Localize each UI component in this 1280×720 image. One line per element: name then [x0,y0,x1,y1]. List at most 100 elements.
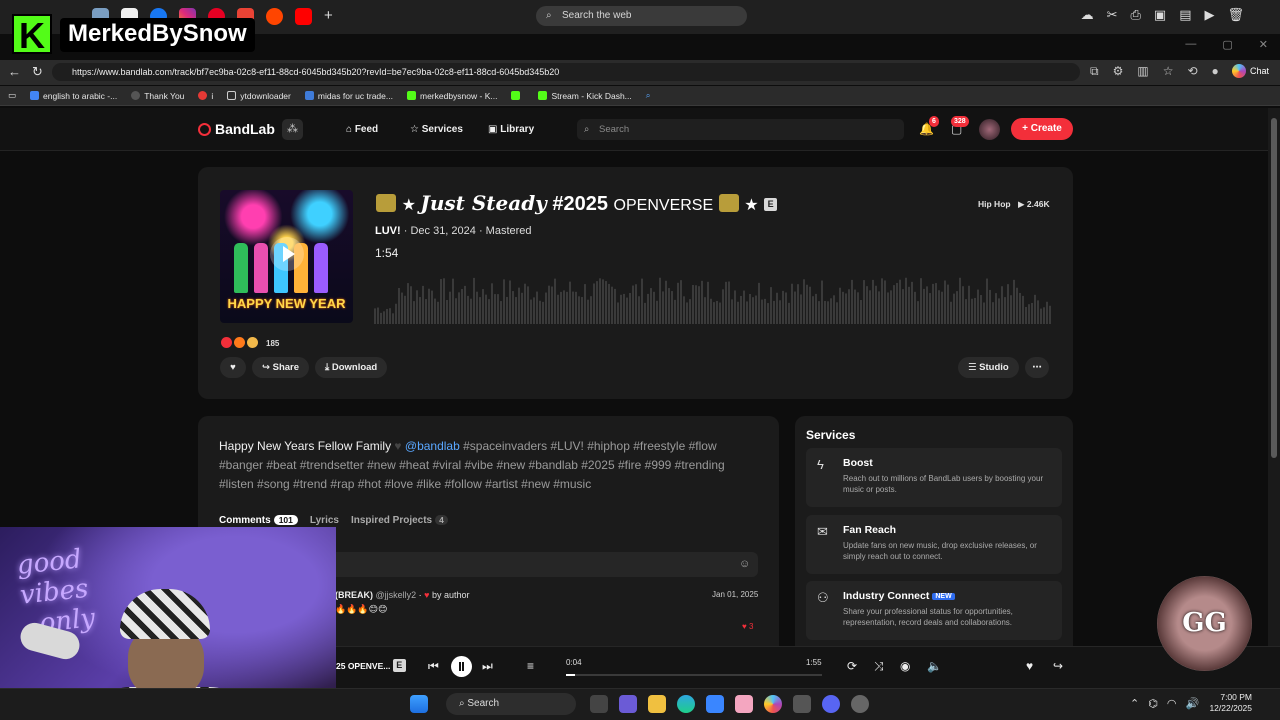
comment-likes[interactable]: ♥ 3 [742,622,753,631]
url-field[interactable]: https://www.bandlab.com/track/bf7ec9ba-0… [52,63,1080,81]
heart-icon[interactable]: ♥ [1026,659,1033,673]
reddit-tab-icon[interactable] [266,8,283,25]
hashtags[interactable]: #spaceinvaders #LUV! #hiphop #freestyle … [463,439,717,453]
minimize-icon[interactable]: — [1185,38,1196,51]
hashtags[interactable]: #banger #beat #trendsetter #new #heat #v… [219,458,725,472]
scrollbar-thumb[interactable] [1271,118,1277,458]
print-icon[interactable]: ⎙ [1130,7,1140,23]
search-icon[interactable]: ⌕ [646,90,651,101]
apps-grid-button[interactable]: ⁂ [282,119,303,140]
settings-icon[interactable] [851,695,869,713]
nav-library[interactable]: ▣ Library [488,124,534,135]
file-explorer-icon[interactable] [648,695,666,713]
broadcast-icon[interactable]: ◉ [900,659,910,673]
favorite-item[interactable] [511,90,524,101]
create-button[interactable]: + Create [1011,118,1073,140]
studio-button[interactable]: ☰ Studio [958,357,1019,378]
emoji-icon[interactable]: ☺ [739,558,750,570]
favorite-item[interactable]: Stream - Kick Dash... [538,90,632,101]
play-circle-icon[interactable]: ▶ [1204,7,1214,23]
like-button[interactable]: ♥ [220,357,246,378]
reaction-icons[interactable] [221,337,258,348]
favorite-item[interactable]: midas for uc trade... [304,90,393,101]
split-icon[interactable]: ▥ [1137,64,1148,79]
page-scrollbar[interactable] [1268,108,1280,688]
app-icon[interactable] [735,695,753,713]
chevron-up-icon[interactable]: ⌃ [1130,697,1139,710]
weather-icon[interactable]: ☁ [1081,7,1094,23]
play-icon[interactable] [269,236,304,271]
bandlab-logo[interactable]: BandLab [198,121,275,137]
windows-start-icon[interactable] [410,695,428,713]
discord-icon[interactable] [822,695,840,713]
more-options-button[interactable]: ⋯ [1025,357,1049,378]
task-view-icon[interactable] [590,695,608,713]
hashtags[interactable]: #listen #song #trend #rap #hot #love #li… [219,477,591,491]
extensions-icon[interactable]: ⧉ [1090,64,1099,79]
system-clock[interactable]: 7:00 PM 12/22/2025 [1208,692,1252,714]
queue-icon[interactable]: ≡ [527,659,534,673]
nav-feed[interactable]: ⌂ Feed [346,124,378,135]
web-search-box[interactable]: ⌕ Search the web [536,6,747,26]
calculator-icon[interactable]: ▤ [1179,7,1191,23]
download-button[interactable]: ⤓ Download [315,357,388,378]
volume-icon[interactable]: 🔈 [927,659,942,673]
user-avatar[interactable] [979,119,1000,140]
progress-bar[interactable] [566,674,822,676]
track-cover[interactable]: HAPPY NEW YEAR [220,190,353,323]
repeat-icon[interactable]: ⟳ [847,659,857,673]
app-icon[interactable] [793,695,811,713]
trash-icon[interactable]: 🗑 [1227,7,1244,23]
history-icon[interactable]: ⟲ [1187,64,1197,79]
network-icon[interactable]: ⌬ [1148,697,1158,710]
player-track-title[interactable]: 25 OPENVE... E [336,659,406,672]
teams-icon[interactable] [619,695,637,713]
favorite-item[interactable]: Thank You [131,90,184,101]
new-tab-icon[interactable]: + [324,8,341,25]
wifi-icon[interactable]: ◠ [1167,697,1177,710]
genre-tag[interactable]: Hip Hop [978,199,1011,209]
share-icon[interactable]: ↪ [1053,659,1063,673]
favorite-item[interactable]: ytdownloader [227,90,291,101]
share-icon: ↪ [262,362,273,373]
maximize-icon[interactable]: ▢ [1222,38,1232,51]
favorites-icon[interactable]: ☆ [1163,64,1174,79]
youtube-tab-icon[interactable] [295,8,312,25]
copilot-icon[interactable] [764,695,782,713]
settings-icon[interactable]: ⚙ [1113,64,1124,79]
comment-user[interactable]: (BREAK) [335,590,373,600]
back-icon[interactable]: ← [8,64,21,79]
close-icon[interactable]: ✕ [1259,38,1268,51]
favorite-item[interactable]: merkedbysnow - K... [406,90,497,101]
next-icon[interactable]: ⏭ [482,659,493,674]
mention-link[interactable]: @bandlab [405,439,460,453]
record-icon[interactable]: ▣ [1154,7,1166,23]
favorite-item[interactable]: english to arabic -... [30,90,117,101]
comment-handle[interactable]: @jjskelly2 [376,590,417,600]
bandlab-search[interactable]: ⌕ Search [577,119,904,140]
previous-icon[interactable]: ⏮ [428,659,439,674]
tab-comments[interactable]: Comments 101 [219,515,298,526]
copilot-chat-button[interactable]: Chat [1232,64,1269,78]
service-boost[interactable]: ϟ Boost Reach out to millions of BandLab… [806,448,1062,507]
edge-icon[interactable] [677,695,695,713]
speaker-icon[interactable]: 🔊 [1185,697,1199,710]
share-button[interactable]: ↪ Share [252,357,310,378]
tab-inspired-projects[interactable]: Inspired Projects 4 [351,515,448,526]
service-industry-connect[interactable]: ⚇ Industry Connect NEW Share your profess… [806,581,1062,640]
store-icon[interactable] [706,695,724,713]
service-fan-reach[interactable]: ✉ Fan Reach Update fans on new music, dr… [806,515,1062,574]
favorite-item[interactable]: i [198,90,213,101]
nav-services[interactable]: ☆ Services [410,124,463,135]
artist-link[interactable]: LUV! [375,225,401,237]
taskbar-search[interactable]: ⌕ Search [446,693,576,715]
tab-lyrics[interactable]: Lyrics [310,515,339,526]
refresh-icon[interactable]: ↻ [32,64,43,80]
profile-icon[interactable]: ● [1212,64,1219,79]
fav-apps-icon[interactable]: ▭ [8,90,16,101]
pause-button[interactable] [451,656,472,677]
shuffle-icon[interactable]: ⤨ [874,659,884,674]
system-tray: ⌃ ⌬ ◠ 🔊 [1130,697,1199,710]
waveform[interactable] [374,262,1051,324]
scissors-icon[interactable]: ✂ [1107,7,1118,23]
